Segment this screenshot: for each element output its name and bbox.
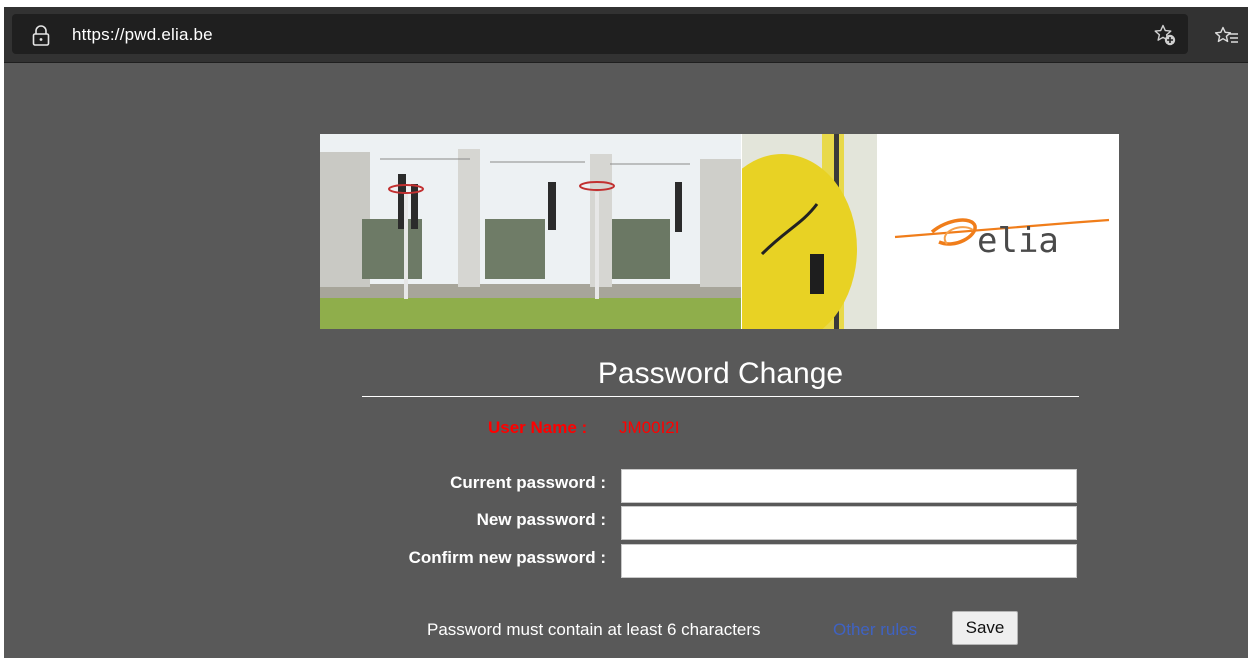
current-password-input[interactable] bbox=[621, 469, 1077, 503]
url-protocol: https:// bbox=[72, 25, 125, 44]
lock-icon[interactable] bbox=[31, 25, 51, 47]
address-bar[interactable]: https://pwd.elia.be bbox=[12, 14, 1188, 54]
new-password-label: New password : bbox=[476, 510, 606, 529]
user-name-label: User Name : bbox=[488, 418, 588, 437]
favorites-list-icon[interactable] bbox=[1214, 25, 1240, 49]
current-password-label: Current password : bbox=[450, 473, 606, 492]
url-host: pwd.elia.be bbox=[124, 25, 213, 44]
add-favorite-icon[interactable] bbox=[1153, 23, 1177, 47]
page-title: Password Change bbox=[597, 357, 844, 390]
title-divider bbox=[362, 396, 1079, 397]
substation-photo bbox=[320, 134, 741, 329]
browser-toolbar: https://pwd.elia.be bbox=[4, 7, 1248, 63]
worker-helmet-photo bbox=[742, 134, 877, 329]
elia-logo: elia bbox=[894, 218, 1110, 261]
confirm-password-input[interactable] bbox=[621, 544, 1077, 578]
other-rules-link[interactable]: Other rules bbox=[833, 620, 917, 640]
user-name-value: JM00I2I bbox=[619, 418, 680, 437]
confirm-password-label: Confirm new password : bbox=[408, 548, 606, 567]
logo-text: elia bbox=[977, 221, 1059, 261]
password-rules-text: Password must contain at least 6 charact… bbox=[427, 620, 761, 639]
new-password-input[interactable] bbox=[621, 506, 1077, 540]
save-button[interactable]: Save bbox=[952, 611, 1018, 645]
logo-area: elia bbox=[877, 134, 1119, 329]
url-text[interactable]: https://pwd.elia.be bbox=[72, 25, 213, 45]
browser-window: https://pwd.elia.be elia Password Change… bbox=[4, 7, 1248, 658]
header-banner: elia bbox=[320, 134, 1119, 329]
